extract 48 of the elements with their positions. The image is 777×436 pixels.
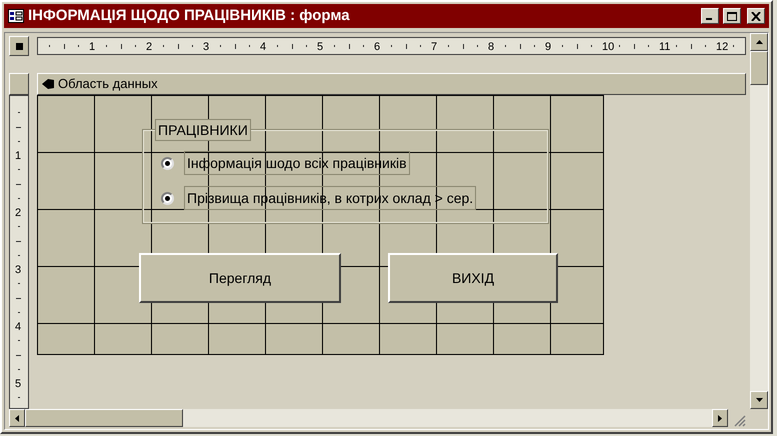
- scroll-up-button[interactable]: [750, 33, 768, 51]
- ruler-number: 3: [203, 40, 210, 54]
- close-button[interactable]: [747, 8, 765, 24]
- ruler-number: 9: [545, 40, 552, 54]
- maximize-icon: [727, 12, 737, 20]
- ruler-number: 5: [317, 40, 324, 54]
- ruler-number: 4: [260, 40, 266, 54]
- maximize-button[interactable]: [723, 8, 741, 24]
- left-arrow-icon: [15, 414, 19, 422]
- ruler-number: 7: [431, 40, 438, 54]
- ruler-number: 2: [15, 208, 22, 219]
- right-arrow-icon: [718, 414, 722, 422]
- scroll-thumb[interactable]: [25, 409, 183, 427]
- scroll-left-button[interactable]: [9, 409, 25, 427]
- ruler-number: 2: [146, 40, 152, 54]
- ruler-select-box[interactable]: [9, 36, 29, 56]
- down-arrow-icon: [756, 398, 762, 402]
- ruler-number: 11: [659, 40, 670, 54]
- ruler-number: 6: [374, 40, 380, 54]
- minimize-icon: [706, 18, 712, 20]
- scroll-right-button[interactable]: [712, 409, 728, 427]
- radio-button[interactable]: [161, 192, 174, 204]
- radio-button[interactable]: [161, 156, 174, 170]
- command-button[interactable]: ВИХІД: [388, 253, 558, 303]
- ruler-number: 5: [15, 379, 22, 390]
- window-title: ІНФОРМАЦІЯ ЩОДО ПРАЦІВНИКІВ : форма: [28, 6, 351, 26]
- pointer-icon: [42, 79, 54, 89]
- ruler-number: 1: [15, 151, 22, 162]
- section-select-box[interactable]: [9, 73, 29, 95]
- minimize-button[interactable]: [701, 8, 719, 24]
- scroll-thumb[interactable]: [750, 51, 768, 85]
- section-label: Область данных: [58, 75, 158, 94]
- ruler-number: 3: [15, 265, 22, 276]
- section-header[interactable]: Область данных: [37, 73, 746, 95]
- vertical-scrollbar[interactable]: [750, 33, 768, 409]
- horizontal-scrollbar[interactable]: [9, 409, 728, 427]
- size-grip-icon[interactable]: [734, 415, 746, 427]
- ruler-number: 4: [15, 322, 22, 333]
- ruler-number: 8: [488, 40, 494, 54]
- command-button[interactable]: Перегляд: [139, 253, 341, 303]
- option-group-label[interactable]: ПРАЦІВНИКИ: [155, 119, 251, 141]
- ruler-number: 12: [716, 40, 728, 54]
- close-icon: [751, 12, 761, 20]
- up-arrow-icon: [756, 40, 762, 44]
- ruler-number: 1: [89, 40, 96, 54]
- scroll-down-button[interactable]: [750, 391, 768, 409]
- ruler-number: 10: [602, 40, 614, 54]
- form-icon: [8, 9, 24, 23]
